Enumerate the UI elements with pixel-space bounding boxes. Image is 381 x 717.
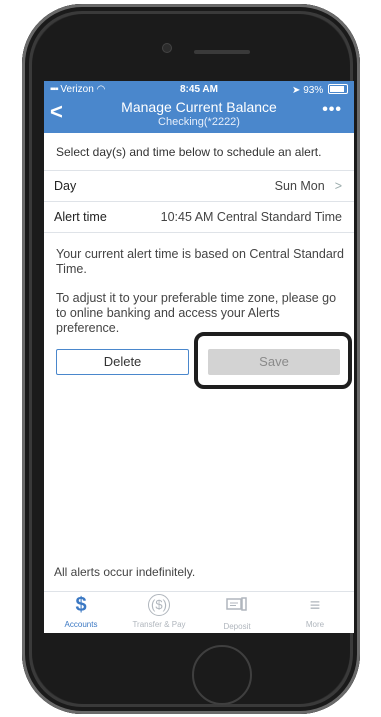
chevron-right-icon: >: [334, 179, 342, 193]
tab-label: Transfer & Pay: [132, 620, 186, 629]
day-value: Sun Mon >: [275, 179, 342, 193]
tab-label: More: [305, 620, 325, 629]
dollar-icon: $: [75, 594, 87, 616]
tab-transfer-pay[interactable]: ($) Transfer & Pay: [128, 594, 190, 630]
page-title: Manage Current Balance: [121, 99, 277, 115]
save-highlight-box: [194, 332, 352, 389]
location-icon: ➤: [292, 85, 301, 96]
earpiece-speaker: [194, 50, 250, 54]
battery-percent: 93%: [303, 85, 324, 96]
timezone-adjust-info: To adjust it to your preferable time zon…: [56, 291, 337, 335]
alert-time-row[interactable]: Alert time 10:45 AM Central Standard Tim…: [44, 201, 354, 233]
status-right: ➤ 93%: [292, 84, 348, 96]
battery-icon: [328, 84, 348, 94]
tab-accounts[interactable]: $ Accounts: [50, 594, 112, 630]
tab-label: Accounts: [64, 620, 98, 629]
app-header: ▪▪▪ Verizon ◠ 8:45 AM ➤ 93% < Manage Cur…: [44, 81, 354, 133]
tab-deposit[interactable]: Deposit: [206, 594, 268, 632]
deposit-icon: [206, 596, 268, 618]
timezone-info: Your current alert time is based on Cent…: [56, 247, 344, 276]
tab-label: Deposit: [223, 622, 251, 631]
status-bar: ▪▪▪ Verizon ◠ 8:45 AM ➤ 93%: [44, 83, 354, 97]
day-label: Day: [54, 179, 77, 193]
alert-time-label: Alert time: [54, 210, 107, 224]
tab-bar: $ Accounts ($) Transfer & Pay Deposit ≡ …: [44, 591, 354, 633]
delete-button[interactable]: Delete: [56, 349, 189, 375]
transfer-icon: ($): [148, 594, 170, 616]
account-subtitle: Checking(*2222): [158, 116, 240, 128]
alert-time-value: 10:45 AM Central Standard Time: [160, 210, 342, 224]
tab-more[interactable]: ≡ More: [284, 594, 346, 630]
more-options-button[interactable]: •••: [322, 101, 342, 119]
front-camera: [163, 44, 171, 52]
schedule-hint: Select day(s) and time below to schedule…: [56, 145, 322, 159]
home-button[interactable]: [192, 645, 252, 705]
day-selection: Sun Mon: [274, 179, 325, 193]
day-row[interactable]: Day Sun Mon >: [44, 170, 354, 201]
menu-icon: ≡: [309, 595, 321, 615]
alerts-indefinite-note: All alerts occur indefinitely.: [54, 565, 196, 579]
